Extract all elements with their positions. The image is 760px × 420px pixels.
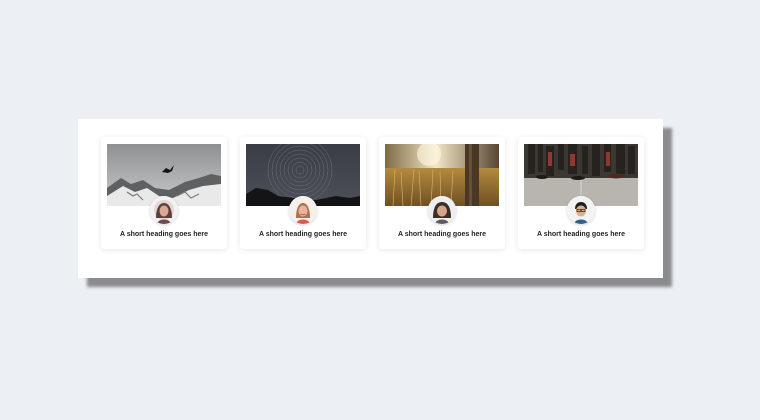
woman-avatar-image — [428, 196, 456, 224]
card[interactable]: A short heading goes here — [101, 137, 227, 249]
card-heading: A short heading goes here — [258, 231, 348, 238]
avatar — [289, 196, 317, 224]
card-heading: A short heading goes here — [536, 231, 626, 238]
card-heading: A short heading goes here — [397, 231, 487, 238]
card-list: A short heading goes here A short headin… — [101, 137, 644, 249]
card-heading: A short heading goes here — [119, 231, 209, 238]
avatar — [428, 196, 456, 224]
avatar — [567, 196, 595, 224]
card[interactable]: A short heading goes here — [518, 137, 644, 249]
card[interactable]: A short heading goes here — [240, 137, 366, 249]
man-avatar-image — [567, 196, 595, 224]
card[interactable]: A short heading goes here — [379, 137, 505, 249]
avatar — [150, 196, 178, 224]
woman-avatar-image — [289, 196, 317, 224]
card-panel: A short heading goes here A short headin… — [78, 119, 663, 278]
woman-avatar-image — [150, 196, 178, 224]
